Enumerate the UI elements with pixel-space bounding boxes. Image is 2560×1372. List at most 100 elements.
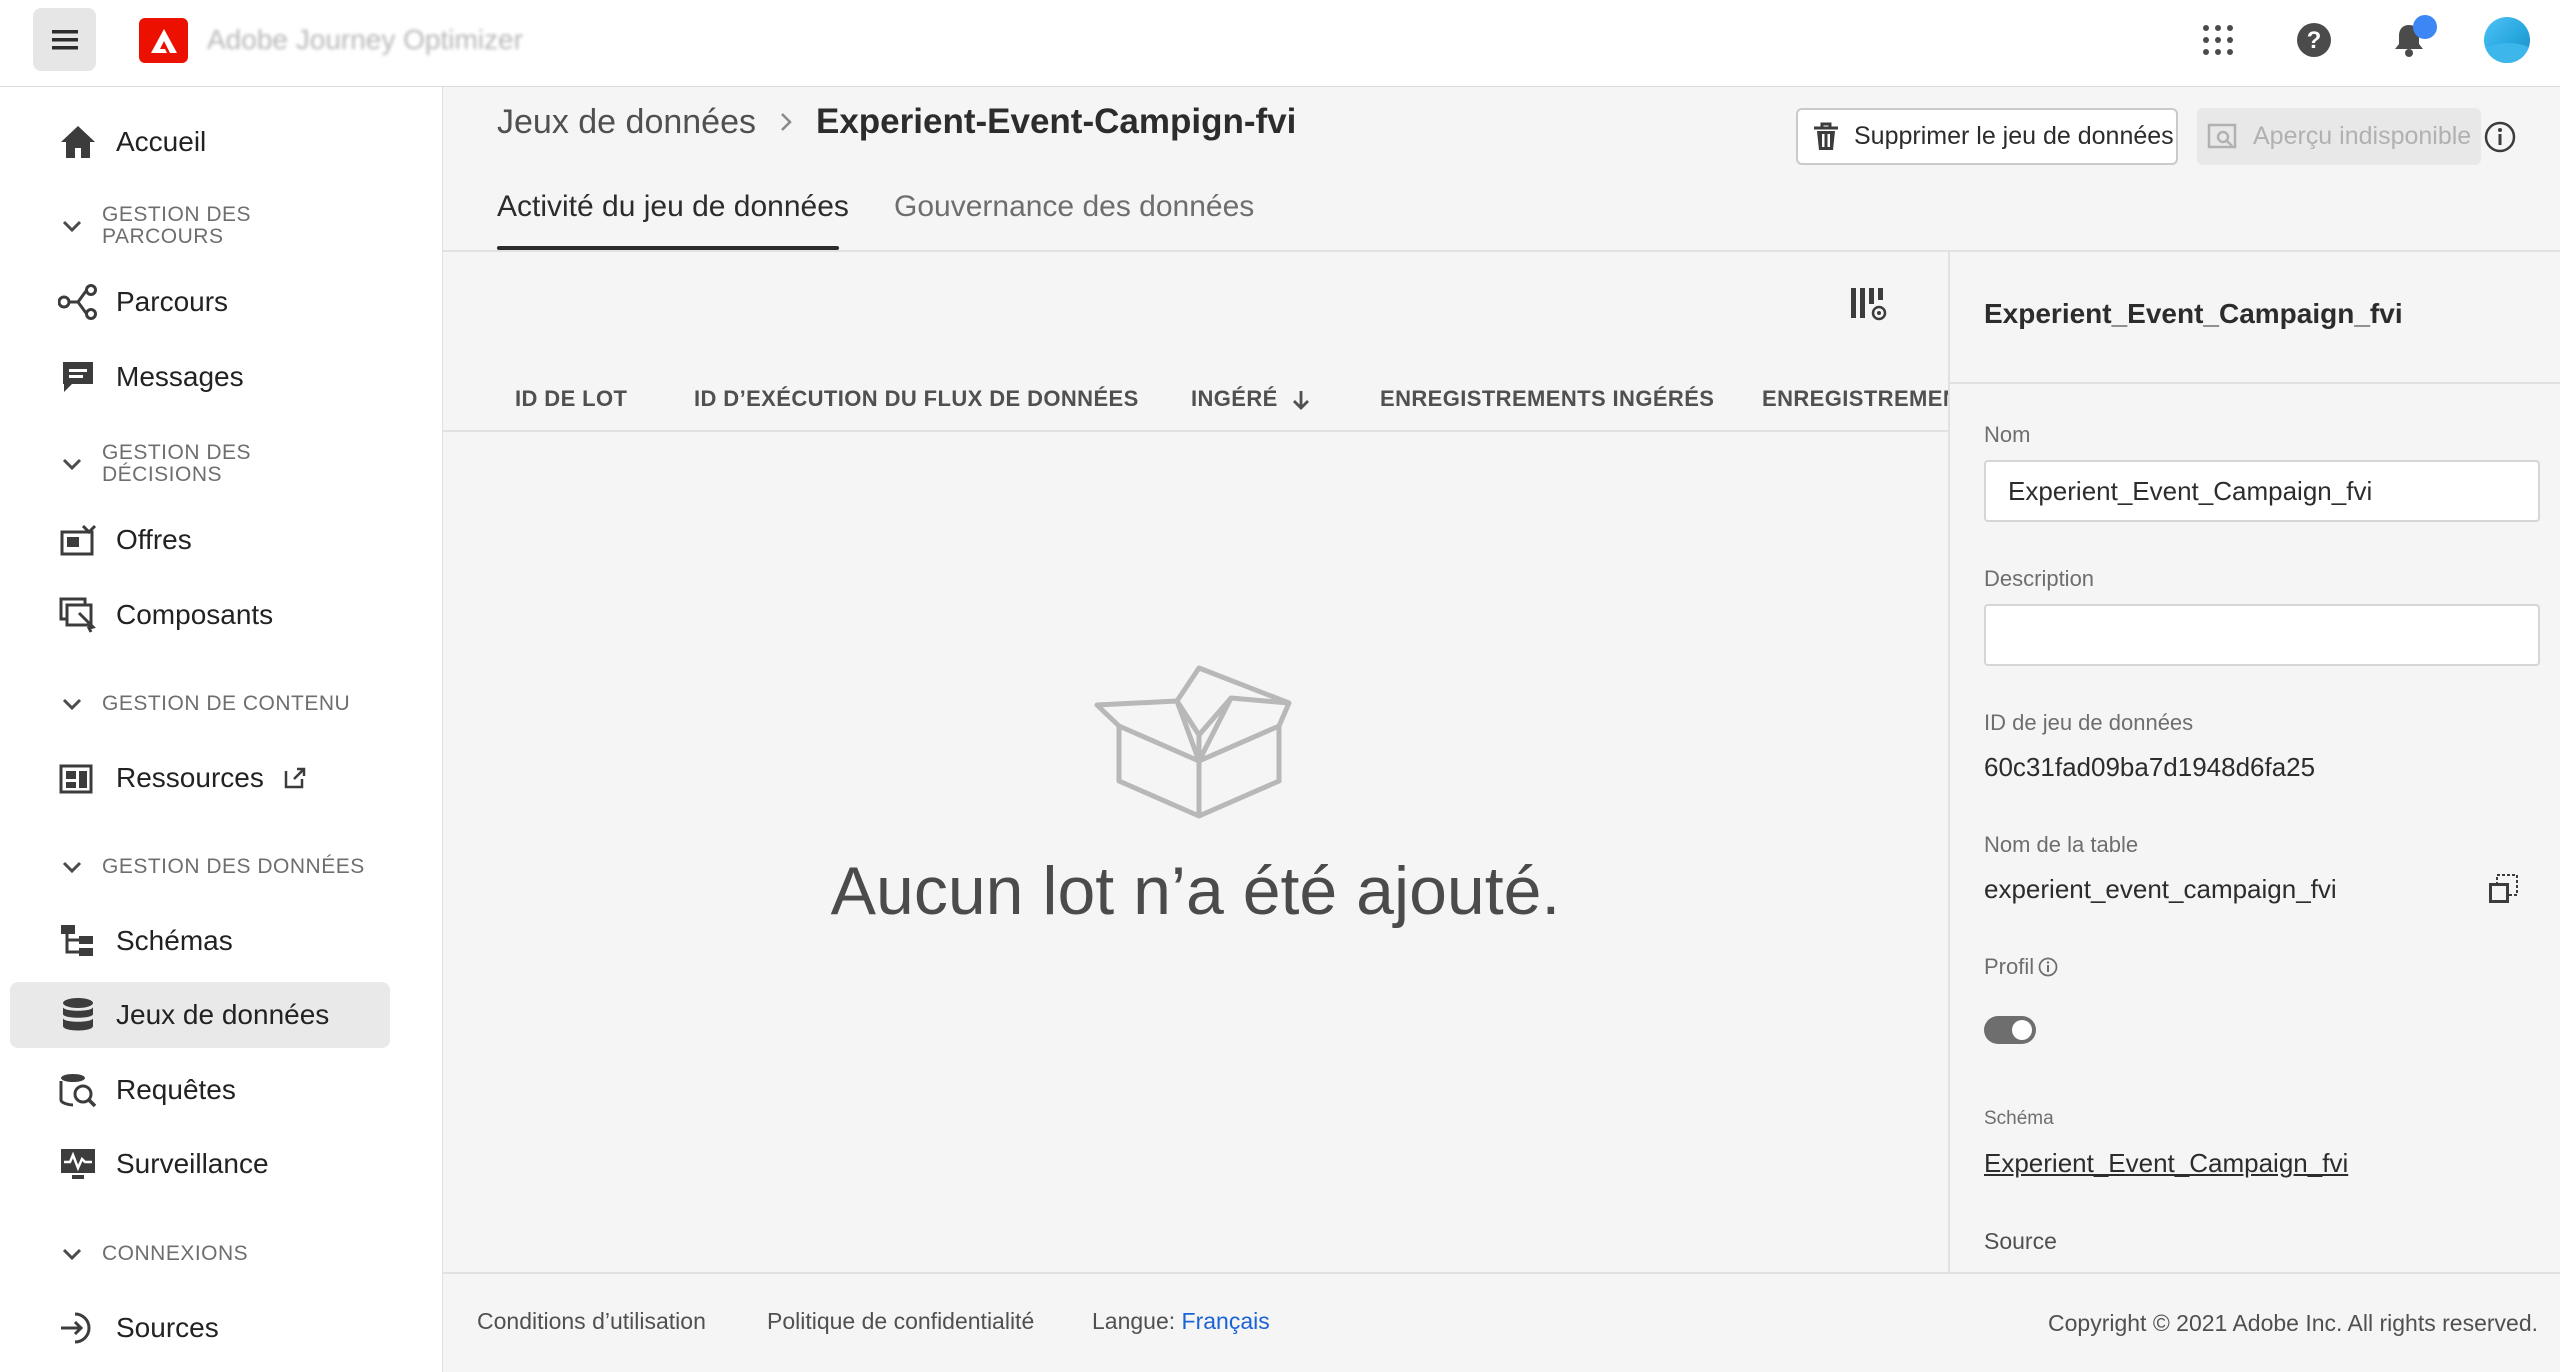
language-label: Langue:	[1092, 1308, 1176, 1334]
avatar[interactable]	[2484, 17, 2530, 63]
tab-bar: Activité du jeu de données Gouvernance d…	[497, 190, 2560, 252]
section-label: CONNEXIONS	[102, 1242, 249, 1265]
sidebar-item-label: Messages	[116, 361, 244, 392]
column-settings-button[interactable]	[1846, 282, 1890, 326]
column-header-label: INGÉRÉ	[1191, 386, 1278, 411]
section-gestion-donnees[interactable]: GESTION DES DONNÉES	[58, 853, 398, 881]
info-button[interactable]	[2481, 118, 2519, 156]
section-gestion-parcours[interactable]: GESTION DES PARCOURS	[58, 204, 398, 248]
chevron-down-icon	[62, 698, 82, 711]
schema-label: Schéma	[1984, 1108, 2054, 1129]
copy-icon	[2489, 874, 2518, 903]
preview-label: Aperçu indisponible	[2253, 122, 2472, 150]
properties-panel: Experient_Event_Campaign_fvi Nom Experie…	[1948, 252, 2560, 1272]
delete-dataset-label: Supprimer le jeu de données	[1854, 122, 2174, 150]
query-icon	[56, 1068, 100, 1112]
message-icon	[56, 355, 100, 399]
panel-title: Experient_Event_Campaign_fvi	[1984, 298, 2403, 329]
column-header-enregistrements-ingeres[interactable]: ENREGISTREMENTS INGÉRÉS	[1380, 386, 1714, 412]
column-header-id-execution[interactable]: ID D’EXÉCUTION DU FLUX DE DONNÉES	[694, 386, 1139, 412]
tab-activite[interactable]: Activité du jeu de données	[497, 190, 849, 224]
sidebar-item-label: Parcours	[116, 286, 229, 317]
menu-button[interactable]	[33, 8, 96, 71]
sources-icon	[56, 1306, 100, 1350]
sidebar-item-label: Requêtes	[116, 1074, 236, 1105]
adobe-logo[interactable]	[139, 18, 188, 63]
components-icon	[56, 593, 100, 637]
trash-icon	[1814, 122, 1838, 150]
schema-icon	[56, 919, 100, 963]
info-icon	[2484, 121, 2516, 153]
sidebar-item-messages[interactable]: Messages	[10, 344, 390, 410]
sidebar-item-parcours[interactable]: Parcours	[10, 269, 390, 335]
sidebar-item-offres[interactable]: Offres	[10, 507, 390, 573]
empty-state-message: Aucun lot n’a été ajouté.	[830, 853, 1561, 929]
language-value[interactable]: Français	[1182, 1308, 1270, 1334]
dataset-id-label: ID de jeu de données	[1984, 710, 2194, 735]
chevron-down-icon	[62, 861, 82, 874]
page-title: Experient-Event-Campign-fvi	[815, 102, 1297, 141]
chevron-down-icon	[62, 1248, 82, 1261]
breadcrumb-root-link[interactable]: Jeux de données	[497, 103, 756, 142]
sidebar-item-label: Sources	[116, 1312, 219, 1343]
sidebar-item-label: Composants	[116, 599, 274, 630]
description-field[interactable]	[1984, 604, 2540, 666]
assets-icon	[56, 756, 100, 800]
help-button[interactable]: ?	[2292, 18, 2336, 62]
sidebar-item-label: Accueil	[116, 126, 207, 157]
sidebar-item-label: Jeux de données	[116, 999, 330, 1030]
offers-icon	[56, 518, 100, 562]
sidebar-item-accueil[interactable]: Accueil	[10, 109, 390, 175]
section-label: GESTION DES DÉCISIONS	[102, 441, 252, 486]
apps-grid-button[interactable]	[2196, 18, 2240, 62]
section-connexions[interactable]: CONNEXIONS	[58, 1240, 398, 1268]
sidebar-item-jeux-de-donnees[interactable]: Jeux de données	[10, 982, 390, 1048]
sidebar-item-schemas[interactable]: Schémas	[10, 908, 390, 974]
terms-link[interactable]: Conditions d’utilisation	[477, 1308, 706, 1335]
database-icon	[56, 993, 100, 1037]
profile-toggle[interactable]	[1984, 1016, 2036, 1044]
dataset-id-value: 60c31fad09ba7d1948d6fa25	[1984, 752, 2316, 782]
arrow-down-icon	[1292, 391, 1309, 411]
adobe-a-icon	[150, 28, 177, 53]
sidebar-item-label: Surveillance	[116, 1148, 269, 1179]
preview-icon	[2207, 123, 2237, 148]
source-label: Source	[1984, 1228, 2057, 1254]
menu-icon	[51, 29, 78, 49]
language-selector[interactable]: Langue: Français	[1092, 1308, 1270, 1335]
section-gestion-decisions[interactable]: GESTION DES DÉCISIONS	[58, 442, 398, 486]
sidebar-item-sources[interactable]: Sources	[10, 1295, 390, 1361]
footer: Conditions d’utilisation Politique de co…	[443, 1272, 2560, 1372]
apps-grid-icon	[2203, 25, 2233, 55]
tab-gouvernance[interactable]: Gouvernance des données	[894, 190, 1254, 224]
section-gestion-contenu[interactable]: GESTION DE CONTENU	[58, 690, 398, 718]
description-label: Description	[1984, 566, 2095, 591]
top-bar: Adobe Journey Optimizer ?	[0, 0, 2560, 87]
info-icon[interactable]	[2038, 957, 2058, 977]
sidebar-item-ressources[interactable]: Ressources	[10, 745, 390, 811]
copy-button[interactable]	[2484, 870, 2522, 908]
column-header-ingere[interactable]: INGÉRÉ	[1191, 386, 1312, 412]
profile-label-row: Profil	[1984, 954, 2058, 980]
sidebar-item-label: Schémas	[116, 925, 233, 956]
table-header: ID DE LOT ID D’EXÉCUTION DU FLUX DE DONN…	[443, 372, 1948, 432]
copyright-text: Copyright © 2021 Adobe Inc. All rights r…	[2048, 1310, 2538, 1336]
section-label: GESTION DE CONTENU	[102, 692, 351, 715]
privacy-link[interactable]: Politique de confidentialité	[767, 1308, 1034, 1335]
column-header-enregistrements[interactable]: ENREGISTREMEN	[1762, 386, 1948, 412]
notification-badge	[2413, 15, 2437, 39]
schema-link[interactable]: Experient_Event_Campaign_fvi	[1984, 1148, 2348, 1179]
preview-button[interactable]: Aperçu indisponible	[2197, 108, 2481, 165]
column-header-id-lot[interactable]: ID DE LOT	[515, 386, 627, 412]
name-field[interactable]: Experient_Event_Campaign_fvi	[1984, 460, 2540, 522]
sidebar-item-surveillance[interactable]: Surveillance	[10, 1131, 390, 1197]
help-icon: ?	[2297, 23, 2331, 57]
delete-dataset-button[interactable]: Supprimer le jeu de données	[1796, 108, 2178, 165]
monitoring-icon	[56, 1142, 100, 1186]
sidebar-item-requetes[interactable]: Requêtes	[10, 1057, 390, 1123]
sidebar-item-composants[interactable]: Composants	[10, 582, 390, 648]
name-label: Nom	[1984, 422, 2031, 447]
journey-icon	[56, 280, 100, 324]
svg-text:?: ?	[2307, 27, 2322, 54]
panel-divider	[1950, 382, 2560, 384]
